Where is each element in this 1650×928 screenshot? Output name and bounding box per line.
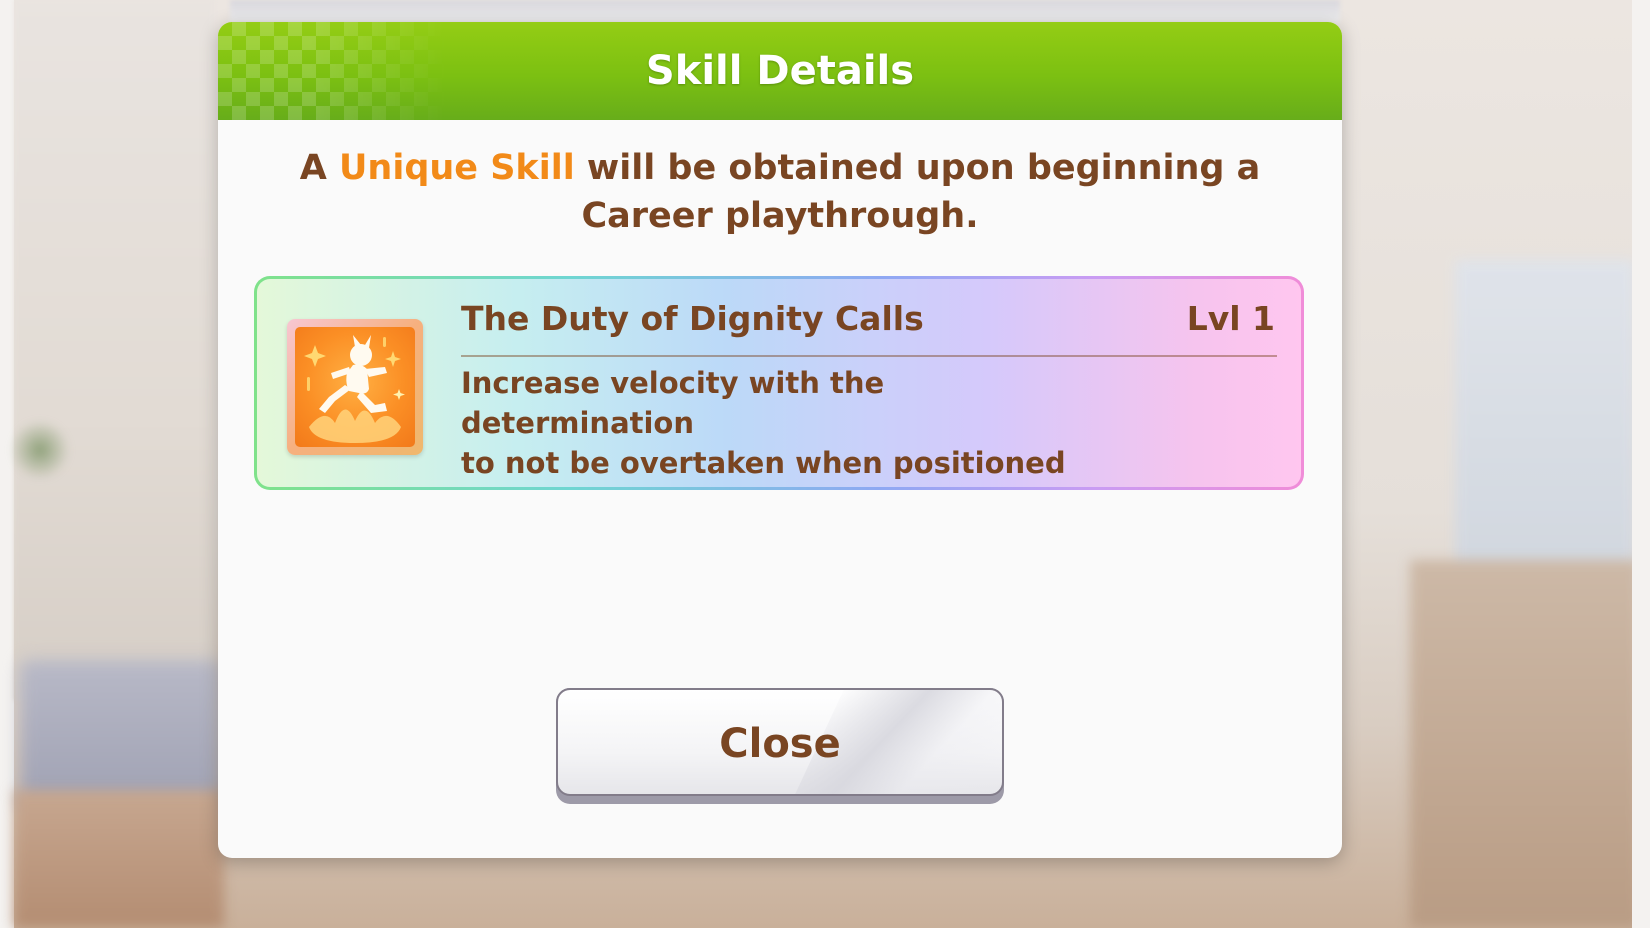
close-button-label: Close <box>719 721 841 767</box>
background-window <box>1455 260 1635 600</box>
intro-text: A Unique Skill will be obtained upon beg… <box>258 144 1302 240</box>
background-laptop <box>20 660 220 810</box>
skill-card[interactable]: The Duty of Dignity Calls Lvl 1 Increase… <box>254 276 1304 490</box>
skill-icon-frame <box>287 319 423 455</box>
unique-skill-highlight: Unique Skill <box>339 148 575 188</box>
background-plant <box>10 420 70 480</box>
skill-name: The Duty of Dignity Calls <box>461 299 924 338</box>
skill-divider <box>461 355 1277 357</box>
background-wall <box>14 0 214 700</box>
skill-details-dialog: Skill Details A Unique Skill will be obt… <box>218 22 1342 858</box>
skill-card-body: The Duty of Dignity Calls Lvl 1 Increase… <box>257 279 1301 487</box>
skill-description: Increase velocity with the determination… <box>461 366 1066 487</box>
close-button[interactable]: Close <box>556 688 1004 804</box>
background-top-bar <box>230 0 1340 22</box>
intro-prefix: A <box>299 148 339 188</box>
background-edge-right <box>1632 0 1650 928</box>
close-button-face: Close <box>556 688 1004 796</box>
running-figure-svg <box>304 335 405 443</box>
game-screen: Skill Details A Unique Skill will be obt… <box>0 0 1650 928</box>
dialog-header: Skill Details <box>218 22 1342 120</box>
background-floor <box>14 790 224 928</box>
running-figure-icon <box>295 327 415 447</box>
skill-level: Lvl 1 <box>1186 299 1275 338</box>
intro-suffix: will be obtained upon beginning a Career… <box>574 148 1261 236</box>
background-cabinet <box>1410 560 1640 928</box>
dialog-title: Skill Details <box>645 48 915 94</box>
